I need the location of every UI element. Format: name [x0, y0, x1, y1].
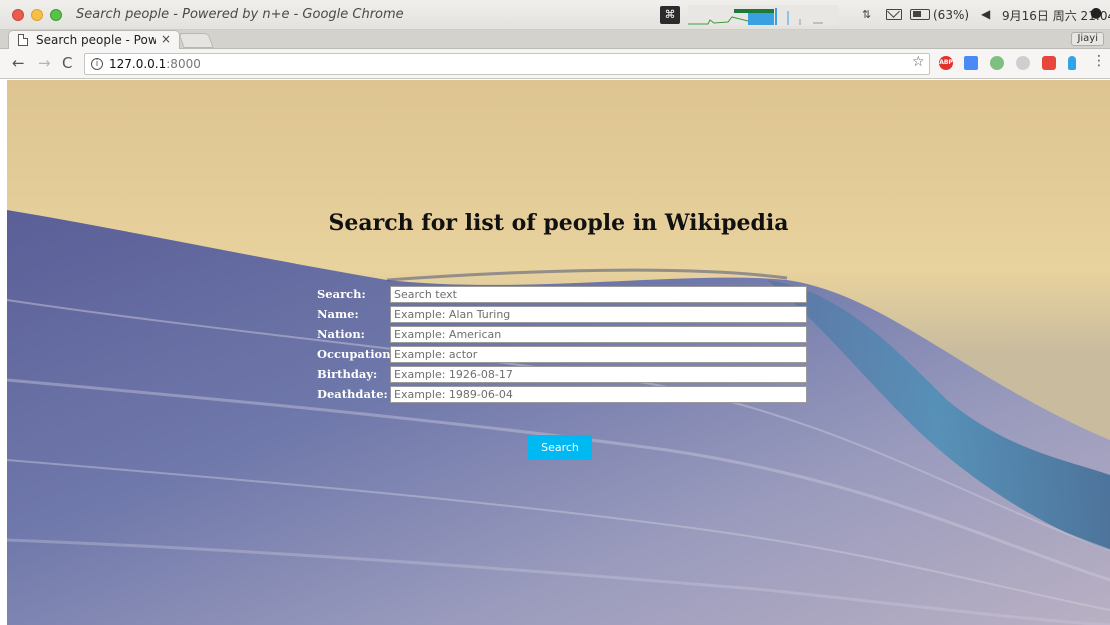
apple-logo-icon[interactable]: ●	[1090, 5, 1102, 21]
form-row-deathdate: Deathdate:	[317, 386, 807, 404]
url-text: 127.0.0.1:8000	[109, 57, 201, 71]
page-viewport: Search for list of people in Wikipedia S…	[7, 80, 1110, 625]
system-monitor-graph[interactable]	[688, 5, 838, 25]
deathdate-label: Deathdate:	[317, 387, 388, 401]
green-extension-icon[interactable]	[990, 56, 1004, 70]
birthday-label: Birthday:	[317, 367, 378, 381]
forward-arrow-icon[interactable]: →	[38, 55, 51, 71]
window-maximize-button[interactable]	[50, 9, 62, 21]
form-row-birthday: Birthday:	[317, 366, 807, 384]
tab-close-icon[interactable]: ×	[161, 32, 171, 46]
page-icon	[18, 34, 28, 46]
window-minimize-button[interactable]	[31, 9, 43, 21]
bookmark-star-icon[interactable]: ☆	[912, 54, 925, 70]
name-input[interactable]	[390, 306, 807, 323]
mail-icon[interactable]	[886, 9, 902, 20]
search-label: Search:	[317, 287, 366, 301]
tab-search-people[interactable]: Search people - Powered by n+e ×	[8, 30, 180, 49]
window-title: Search people - Powered by n+e - Google …	[76, 7, 404, 22]
back-arrow-icon[interactable]: ←	[12, 55, 25, 71]
battery-percentage: (63%)	[933, 8, 970, 22]
os-top-bar: Search people - Powered by n+e - Google …	[0, 0, 1110, 30]
occupation-label: Occupation:	[317, 347, 395, 361]
name-label: Name:	[317, 307, 359, 321]
grey-extension-icon[interactable]	[1016, 56, 1030, 70]
birthday-input[interactable]	[390, 366, 807, 383]
nation-input[interactable]	[390, 326, 807, 343]
red-extension-icon[interactable]	[1042, 56, 1056, 70]
profile-button[interactable]: Jiayi	[1071, 32, 1104, 46]
tab-strip: Search people - Powered by n+e × Jiayi	[0, 30, 1110, 49]
adblock-extension-icon[interactable]: ABP	[939, 56, 953, 70]
system-tray: ⌘ ⇅ (63%) ◀ 9月16日 周六 21:04:44 ●	[650, 0, 1110, 30]
nation-label: Nation:	[317, 327, 365, 341]
command-icon[interactable]: ⌘	[660, 6, 680, 24]
address-bar[interactable]: i 127.0.0.1:8000	[84, 53, 930, 75]
form-row-nation: Nation:	[317, 326, 807, 344]
menu-dots-icon[interactable]: ⋮	[1092, 53, 1106, 69]
form-row-occupation: Occupation:	[317, 346, 807, 364]
search-button[interactable]: Search	[528, 435, 592, 460]
browser-toolbar: ← → C i 127.0.0.1:8000 ☆ ABP ⋮	[0, 49, 1110, 79]
deathdate-input[interactable]	[390, 386, 807, 403]
battery-icon[interactable]	[910, 9, 930, 20]
new-tab-button[interactable]	[178, 33, 214, 48]
search-input[interactable]	[390, 286, 807, 303]
network-arrows-icon[interactable]: ⇅	[862, 8, 871, 21]
translate-extension-icon[interactable]	[964, 56, 978, 70]
occupation-input[interactable]	[390, 346, 807, 363]
window-close-button[interactable]	[12, 9, 24, 21]
lightbulb-extension-icon[interactable]	[1068, 56, 1076, 70]
info-icon[interactable]: i	[91, 58, 103, 70]
volume-icon[interactable]: ◀	[981, 7, 990, 21]
page-title: Search for list of people in Wikipedia	[328, 210, 789, 236]
extensions-area: ☆ ABP ⋮	[912, 53, 1110, 74]
tab-title: Search people - Powered by n+e	[36, 33, 156, 47]
form-row-name: Name:	[317, 306, 807, 324]
form-row-search: Search:	[317, 286, 807, 304]
reload-icon[interactable]: C	[62, 55, 72, 71]
